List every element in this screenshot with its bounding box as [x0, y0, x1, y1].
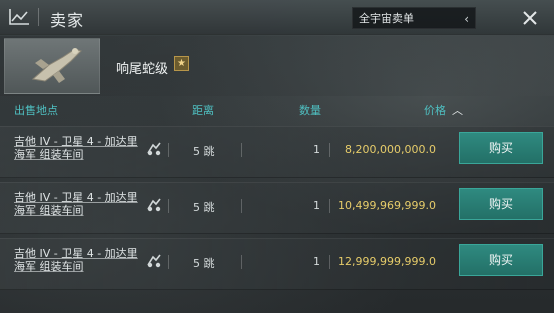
- quantity-value: 1: [313, 143, 320, 156]
- buy-button[interactable]: 购买: [459, 188, 543, 220]
- jumps-value: 5 跳: [193, 257, 215, 270]
- column-header-location[interactable]: 出售地点: [14, 102, 58, 118]
- column-separator: [241, 143, 242, 157]
- order-scope-value: 全宇宙卖单: [359, 12, 414, 25]
- column-separator: [168, 143, 169, 157]
- title-bar: 卖家 全宇宙卖单 ‹: [0, 0, 554, 35]
- market-window: 卖家 全宇宙卖单 ‹ 响尾蛇级 ★ 出售地点 距离 数量 价格 ︿ 吉他 IV …: [0, 0, 554, 313]
- order-scope-dropdown[interactable]: 全宇宙卖单 ‹: [352, 7, 476, 29]
- sort-ascending-icon[interactable]: ︿: [452, 102, 463, 118]
- column-separator: [168, 255, 169, 269]
- price-value: 12,999,999,999.0: [338, 255, 436, 268]
- table-row: 吉他 IV - 卫星 4 - 加达里海军 组装车间 5 跳 1 12,999,9…: [0, 238, 554, 290]
- column-header-price[interactable]: 价格: [424, 102, 446, 118]
- station-link[interactable]: 吉他 IV - 卫星 4 - 加达里海军 组装车间: [14, 191, 140, 217]
- route-icon[interactable]: [146, 253, 162, 269]
- price-value: 10,499,969,999.0: [338, 199, 436, 212]
- column-separator: [241, 255, 242, 269]
- column-separator: [168, 199, 169, 213]
- column-separator: [241, 199, 242, 213]
- window-title: 卖家: [50, 11, 85, 30]
- route-icon[interactable]: [146, 141, 162, 157]
- title-separator: [38, 8, 39, 26]
- route-icon[interactable]: [146, 197, 162, 213]
- close-icon[interactable]: [518, 6, 542, 30]
- item-header: 响尾蛇级 ★: [0, 36, 554, 96]
- table-row: 吉他 IV - 卫星 4 - 加达里海军 组装车间 5 跳 1 10,499,9…: [0, 182, 554, 234]
- buy-button[interactable]: 购买: [459, 132, 543, 164]
- quantity-value: 1: [313, 255, 320, 268]
- price-value: 8,200,000,000.0: [345, 143, 436, 156]
- station-link[interactable]: 吉他 IV - 卫星 4 - 加达里海军 组装车间: [14, 135, 140, 161]
- quantity-value: 1: [313, 199, 320, 212]
- column-header-distance[interactable]: 距离: [192, 102, 214, 118]
- table-row: 吉他 IV - 卫星 4 - 加达里海军 组装车间 5 跳 1 8,200,00…: [0, 126, 554, 178]
- chevron-left-icon: ‹: [464, 12, 469, 26]
- jumps-value: 5 跳: [193, 145, 215, 158]
- buy-button[interactable]: 购买: [459, 244, 543, 276]
- item-name: 响尾蛇级: [116, 62, 169, 77]
- jumps-value: 5 跳: [193, 201, 215, 214]
- ship-thumbnail-icon: [4, 38, 100, 94]
- column-header-quantity[interactable]: 数量: [299, 102, 321, 118]
- star-icon: ★: [174, 56, 189, 71]
- station-link[interactable]: 吉他 IV - 卫星 4 - 加达里海军 组装车间: [14, 247, 140, 273]
- chart-line-icon: [9, 9, 29, 25]
